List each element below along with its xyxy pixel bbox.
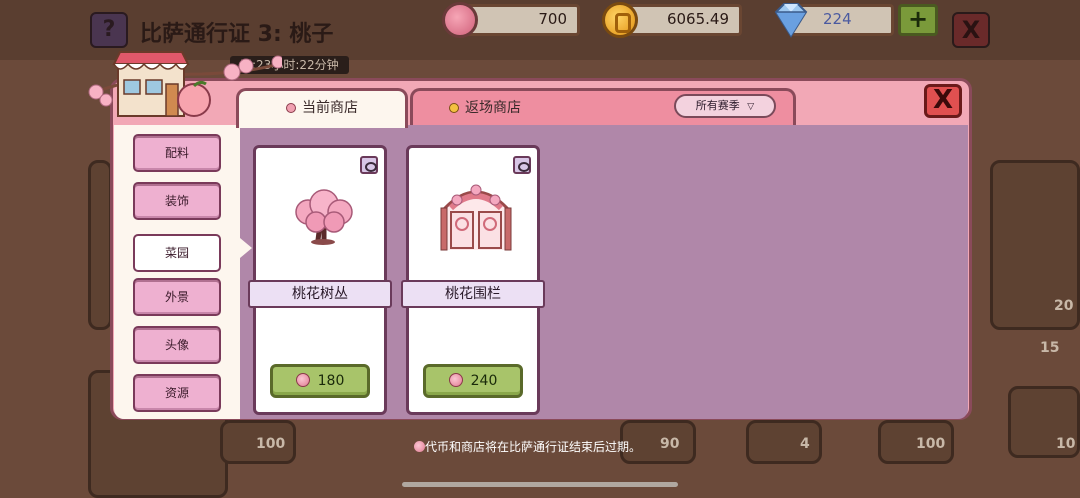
gem-value: 224 <box>823 10 852 28</box>
peach-token-counter: 700 <box>460 4 580 36</box>
category-garden[interactable]: 菜园 <box>133 234 221 272</box>
buy-button[interactable]: 240 <box>423 364 523 398</box>
peach-token-icon <box>442 2 478 38</box>
category-decor[interactable]: 装饰 <box>133 182 221 220</box>
expiry-notice: 代币和商店将在比萨通行证结束后过期。 <box>414 438 641 455</box>
season-filter-dropdown[interactable]: 所有赛季 ▽ <box>674 94 776 118</box>
active-category-pointer <box>240 238 252 258</box>
expiry-notice-text: 代币和商店将在比萨通行证结束后过期。 <box>425 440 642 454</box>
peach-token-icon <box>414 441 425 452</box>
item-name-label: 桃花树丛 <box>248 280 392 308</box>
background-badge: 90 <box>660 436 680 452</box>
background-badge: 100 <box>916 436 946 452</box>
preview-eye-icon[interactable] <box>513 156 531 174</box>
gem-icon <box>774 3 808 38</box>
coin-value: 6065.49 <box>666 10 729 28</box>
item-price: 240 <box>470 373 498 389</box>
peach-tab-icon <box>286 103 296 113</box>
store-close-button[interactable]: X <box>924 84 962 118</box>
season-filter-label: 所有赛季 <box>695 99 740 112</box>
item-name-label: 桃花围栏 <box>401 280 545 308</box>
clock-icon <box>449 103 459 113</box>
add-gems-button[interactable]: + <box>898 4 938 36</box>
item-price: 180 <box>317 373 345 389</box>
background-reward-card <box>746 420 822 464</box>
peach-token-value: 700 <box>538 10 567 28</box>
store-content-area <box>114 125 968 419</box>
coin-counter: 6065.49 <box>620 4 742 36</box>
peach-token-icon <box>448 373 463 387</box>
help-button[interactable]: ? <box>90 12 128 48</box>
coin-icon <box>602 2 638 38</box>
category-avatar[interactable]: 头像 <box>133 326 221 364</box>
background-badge: 10 <box>1056 436 1076 452</box>
category-resources[interactable]: 资源 <box>133 374 221 412</box>
peach-blossom-fence-icon <box>440 184 512 251</box>
chevron-down-icon: ▽ <box>747 102 755 112</box>
buy-button[interactable]: 180 <box>270 364 370 398</box>
background-badge: 4 <box>800 436 810 452</box>
preview-eye-icon[interactable] <box>360 156 378 174</box>
background-badge: 100 <box>256 436 286 452</box>
home-indicator[interactable] <box>402 482 678 487</box>
category-toppings[interactable]: 配料 <box>133 134 221 172</box>
background-badge: 15 <box>1040 340 1060 356</box>
tab-current-store[interactable]: 当前商店 <box>236 88 408 128</box>
background-close-button[interactable]: X <box>952 12 990 48</box>
peach-token-icon <box>295 373 310 387</box>
tab-return-store-label: 返场商店 <box>465 100 521 116</box>
tab-current-store-label: 当前商店 <box>302 100 358 116</box>
category-exterior[interactable]: 外景 <box>133 278 221 316</box>
background-badge: 20 <box>1054 298 1074 314</box>
background-card <box>88 160 112 330</box>
peach-blossom-bush-icon <box>295 189 353 245</box>
